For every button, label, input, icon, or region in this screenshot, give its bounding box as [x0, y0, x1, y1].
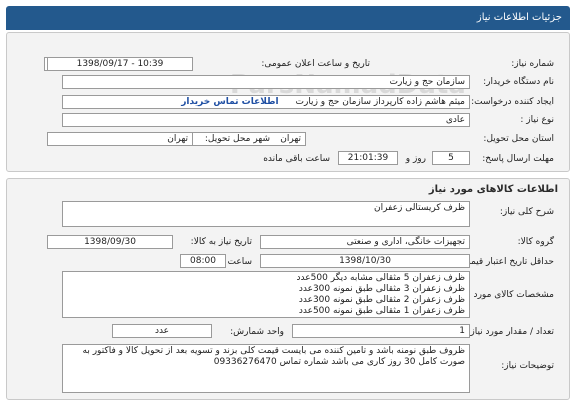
validity-date-field: 1398/10/30 — [260, 254, 470, 268]
creator-value: میثم هاشم زاده کارپرداز سازمان حج و زیار… — [295, 97, 466, 107]
province-label: استان محل تحویل: — [483, 134, 554, 144]
remaining-label: ساعت باقی مانده — [263, 154, 330, 164]
spec-line: ظرف زعفران 2 مثقالی طبق نمونه 300عدد — [298, 295, 465, 305]
announce-label: تاریخ و ساعت اعلان عمومی: — [261, 59, 370, 69]
spec-field: ظرف زعفران 5 مثقالی مشابه دیگر 500عدد ظر… — [62, 271, 470, 318]
spec-line: ظرف زعفران 3 مثقالی طبق نمونه 300عدد — [298, 284, 465, 294]
deadline-days-field: 5 — [432, 151, 470, 165]
notes-line: ظروف طبق نومنه باشد و تامین کننده می بای… — [82, 346, 465, 356]
qty-field: 1 — [292, 324, 470, 338]
time-label: ساعت : — [221, 257, 252, 267]
creator-field: میثم هاشم زاده کارپرداز سازمان حج و زیار… — [62, 95, 470, 109]
page-title: جزئیات اطلاعات نیاز — [476, 12, 562, 23]
summary-field: ظرف کریستالی زعفران — [62, 201, 470, 227]
creator-label: ایجاد کننده درخواست: — [471, 97, 554, 107]
need-type-label: نوع نیاز : — [520, 115, 554, 125]
need-date-label: تاریخ نیاز به کالا: — [190, 237, 252, 247]
group-label: گروه کالا: — [517, 237, 554, 247]
unit-field: عدد — [112, 324, 212, 338]
page-header: جزئیات اطلاعات نیاز — [6, 6, 570, 30]
notes-line: صورت کامل 30 روز کاری می باشد شماره تماس… — [213, 357, 465, 367]
unit-label: واحد شمارش: — [230, 327, 284, 337]
buyer-org-label: نام دستگاه خریدار: — [483, 77, 554, 87]
contact-buyer-link[interactable]: اطلاعات تماس خریدار — [181, 97, 278, 107]
need-date-field: 1398/09/30 — [47, 235, 173, 249]
summary-label: شرح کلی نیاز: — [499, 207, 554, 217]
goods-section-title: اطلاعات کالاهای مورد نیاز — [428, 184, 558, 195]
spec-label: مشخصات کالای مورد نیاز: — [455, 290, 554, 300]
notes-field: ظروف طبق نومنه باشد و تامین کننده می بای… — [62, 344, 470, 393]
announce-field: 1398/09/17 - 10:39 — [47, 57, 193, 71]
qty-label: تعداد / مقدار مورد نیاز: — [467, 327, 554, 337]
validity-label: حداقل تاریخ اعتبار قیمت: — [459, 257, 554, 267]
city-field: تهران — [47, 132, 193, 146]
need-number-label: شماره نیاز: — [511, 59, 554, 69]
deadline-label: مهلت ارسال پاسخ: — [482, 154, 554, 164]
days-unit-label: روز و — [405, 154, 426, 164]
notes-label: توضیحات نیاز: — [501, 361, 554, 371]
spec-line: ظرف زعفران 5 مثقالی مشابه دیگر 500عدد — [296, 273, 465, 283]
spec-line: ظرف زعفران 1 مثقالی طبق نمونه 500عدد — [298, 306, 465, 316]
city-label: شهر محل تحویل: — [204, 134, 270, 144]
group-field: تجهیزات خانگی، اداری و صنعتی — [260, 235, 470, 249]
deadline-time-field: 21:01:39 — [338, 151, 398, 165]
buyer-org-field: سازمان حج و زیارت — [62, 75, 470, 89]
time-field: 08:00 — [180, 254, 226, 268]
need-type-field: عادی — [62, 113, 470, 127]
summary-value: ظرف کریستالی زعفران — [373, 203, 465, 213]
